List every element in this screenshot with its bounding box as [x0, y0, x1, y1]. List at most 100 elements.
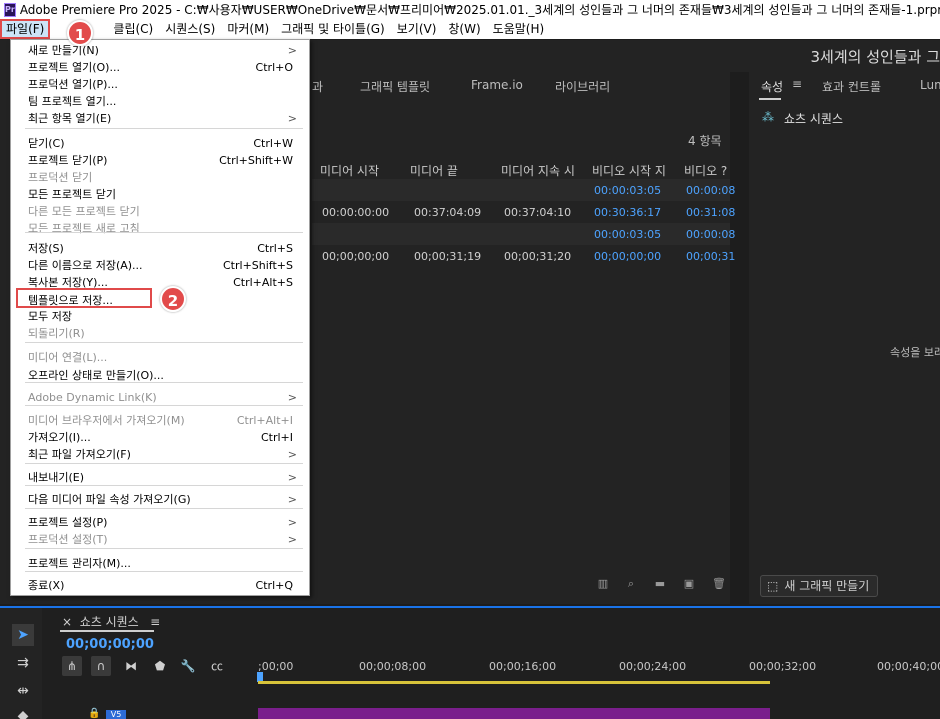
- file-menu-item[interactable]: 프로젝트 설정(P) >: [28, 514, 297, 531]
- razor-tool-icon[interactable]: ◆: [12, 705, 34, 719]
- nest-icon[interactable]: ⋔: [62, 656, 82, 676]
- file-menu-item[interactable]: 팀 프로젝트 열기...: [28, 93, 293, 110]
- video-clip[interactable]: [258, 708, 770, 719]
- col-video-start[interactable]: 비디오 시작 지: [592, 162, 666, 179]
- menu-item-label: 가져오기(I)...: [28, 431, 91, 444]
- menu-separator: [25, 405, 303, 406]
- file-menu-item[interactable]: 프로젝트 관리자(M)...: [28, 555, 293, 572]
- trash-icon[interactable]: 🗑: [712, 578, 726, 590]
- menu-clip[interactable]: 클립(C): [107, 19, 159, 39]
- track-target-v5[interactable]: V5: [106, 710, 126, 719]
- menu-help[interactable]: 도움말(H): [487, 19, 551, 39]
- sequence-tab-underline: [60, 630, 154, 632]
- selection-tool-icon[interactable]: ➤: [12, 624, 34, 646]
- menu-separator: [25, 571, 303, 572]
- tab-menu-icon[interactable]: ≡: [150, 615, 160, 629]
- linked-selection-icon[interactable]: ⧓: [121, 656, 141, 676]
- table-cell: 00:00:00:00: [322, 206, 390, 219]
- file-menu-item[interactable]: 프로덕션 열기(P)...: [28, 76, 293, 93]
- file-menu-item[interactable]: 저장(S) Ctrl+S: [28, 240, 293, 257]
- menu-marker[interactable]: 마커(M): [221, 19, 275, 39]
- close-icon[interactable]: ×: [62, 615, 72, 629]
- table-cell: 00:37:04:09: [414, 206, 482, 219]
- file-menu-item[interactable]: 닫기(C) Ctrl+W: [28, 135, 293, 152]
- add-marker-icon[interactable]: ⬟: [150, 656, 170, 676]
- submenu-arrow-icon: >: [287, 516, 297, 529]
- sequence-icon: ⁂: [762, 110, 774, 124]
- item-count: 4 항목: [688, 134, 722, 148]
- new-item-icon[interactable]: ▣: [683, 578, 695, 590]
- menu-separator: [25, 382, 303, 383]
- file-menu-item[interactable]: 새로 만들기(N) >: [28, 42, 297, 59]
- tab-libraries[interactable]: 라이브러리: [555, 78, 610, 95]
- file-menu-item[interactable]: 프로젝트 열기(O)... Ctrl+O: [28, 59, 293, 76]
- file-menu-item[interactable]: 모든 프로젝트 닫기: [28, 186, 293, 203]
- file-menu-item[interactable]: 가져오기(I)... Ctrl+I: [28, 429, 293, 446]
- menu-file[interactable]: 파일(F): [0, 19, 51, 39]
- file-menu-item[interactable]: 프로젝트 닫기(P) Ctrl+Shift+W: [28, 152, 293, 169]
- work-area-bar[interactable]: [258, 681, 770, 684]
- freeform-view-icon[interactable]: ▥: [596, 578, 610, 590]
- table-row[interactable]: [312, 179, 730, 201]
- file-menu: 새로 만들기(N) > 프로젝트 열기(O)... Ctrl+O 프로덕션 열기(P).…: [10, 39, 310, 596]
- col-media-start[interactable]: 미디어 시작: [320, 162, 379, 179]
- file-menu-item: 프로덕션 설정(T) >: [28, 531, 297, 548]
- panel-menu-icon[interactable]: ≡: [792, 77, 802, 91]
- ripple-edit-tool-icon[interactable]: ⇹: [12, 680, 34, 702]
- snap-icon[interactable]: ∩: [91, 656, 111, 676]
- col-media-duration[interactable]: 미디어 지속 시: [501, 162, 575, 179]
- menu-item-shortcut: Ctrl+Alt+I: [236, 414, 293, 427]
- tab-graphic-templates[interactable]: 그래픽 템플릿: [360, 78, 430, 95]
- new-graphic-button[interactable]: ⬚ 새 그래픽 만들기: [760, 575, 879, 597]
- tab-properties[interactable]: 속성: [761, 78, 783, 95]
- menu-item-shortcut: Ctrl+Shift+S: [223, 259, 293, 272]
- tab-effect-controls[interactable]: 효과 컨트롤: [822, 78, 881, 95]
- track-select-tool-icon[interactable]: ⇉: [12, 652, 34, 674]
- menu-item-label: 미디어 연결(L)...: [28, 351, 108, 364]
- new-bin-icon[interactable]: ▬: [653, 578, 667, 590]
- source-sequence-label: 쇼츠 시퀀스: [784, 112, 844, 126]
- tab-lumetri[interactable]: Lum: [920, 78, 940, 92]
- menu-separator: [25, 342, 303, 343]
- timeline-timecode[interactable]: 00;00;00;00: [66, 637, 154, 652]
- menu-item-label: 다른 이름으로 저장(A)...: [28, 259, 143, 272]
- file-menu-item[interactable]: 내보내기(E) >: [28, 469, 297, 486]
- menu-item-label: Adobe Dynamic Link(K): [28, 391, 157, 404]
- file-menu-item[interactable]: 최근 항목 열기(E) >: [28, 110, 297, 127]
- file-menu-item[interactable]: 최근 파일 가져오기(F) >: [28, 446, 297, 463]
- table-cell: 00:00:03:05: [594, 184, 662, 197]
- file-menu-item[interactable]: 모두 저장: [28, 308, 293, 325]
- menu-item-label: 모든 프로젝트 닫기: [28, 188, 116, 201]
- captions-icon[interactable]: ㏄: [207, 656, 227, 676]
- menu-separator: [25, 232, 303, 233]
- table-cell: 00:00:08: [686, 184, 736, 197]
- menu-window[interactable]: 창(W): [442, 19, 486, 39]
- sequence-tab[interactable]: × 쇼츠 시퀀스 ≡: [62, 613, 160, 630]
- file-menu-item[interactable]: 다음 미디어 파일 속성 가져오기(G) >: [28, 491, 297, 508]
- menu-item-label: 프로젝트 열기(O)...: [28, 61, 120, 74]
- menu-separator: [25, 548, 303, 549]
- file-menu-item[interactable]: 종료(X) Ctrl+Q: [28, 577, 293, 594]
- file-menu-item: 프로덕션 닫기: [28, 169, 293, 186]
- ruler-label: 00;00;40;00: [877, 660, 940, 673]
- col-video-end[interactable]: 비디오 ?: [684, 162, 727, 179]
- file-menu-item: 다른 모든 프로젝트 닫기: [28, 203, 293, 220]
- lock-icon[interactable]: 🔒: [88, 708, 100, 719]
- file-menu-item: 미디어 브라우저에서 가져오기(M) Ctrl+Alt+I: [28, 412, 293, 429]
- table-row[interactable]: [312, 223, 730, 245]
- menu-sequence[interactable]: 시퀀스(S): [159, 19, 221, 39]
- col-media-end[interactable]: 미디어 끝: [410, 162, 458, 179]
- menu-item-label: 모두 저장: [28, 310, 72, 323]
- tab-frameio[interactable]: Frame.io: [471, 78, 523, 92]
- menu-item-shortcut: Ctrl+Shift+W: [219, 154, 293, 167]
- menu-graphics[interactable]: 그래픽 및 타이틀(G): [275, 19, 391, 39]
- search-icon[interactable]: ⌕: [625, 578, 637, 590]
- menu-view[interactable]: 보기(V): [391, 19, 443, 39]
- table-cell: 00:30:36:17: [594, 206, 662, 219]
- file-menu-item[interactable]: 다른 이름으로 저장(A)... Ctrl+Shift+S: [28, 257, 293, 274]
- table-cell: 00:31:08: [686, 206, 736, 219]
- settings-wrench-icon[interactable]: 🔧: [178, 656, 198, 676]
- tab-partial[interactable]: 과: [312, 78, 323, 95]
- menu-item-label: 미디어 브라우저에서 가져오기(M): [28, 414, 185, 427]
- ruler-label: ;00;00: [258, 660, 294, 673]
